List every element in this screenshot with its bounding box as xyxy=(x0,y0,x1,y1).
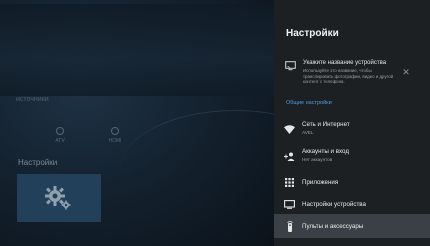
menu-item-title: Сеть и Интернет xyxy=(302,121,350,128)
tv-screen: источники ATV HDMI Настройки Настройки У… xyxy=(0,0,430,246)
panel-title: Настройки xyxy=(286,28,339,39)
cast-icon xyxy=(285,61,296,71)
input-tile-label: HDMI xyxy=(108,137,122,144)
launcher-banner xyxy=(0,4,274,96)
tv-icon xyxy=(284,199,295,210)
menu-item-apps[interactable]: Приложения xyxy=(274,170,430,194)
menu-item-remotes[interactable]: Пульты и аксессуары xyxy=(274,214,430,238)
settings-tile[interactable] xyxy=(17,174,101,222)
menu-item-subtitle: Нет аккаунтов xyxy=(302,157,333,162)
menu-item-subtitle: AVEL xyxy=(302,130,314,135)
input-source-icon xyxy=(56,126,64,135)
add-account-icon xyxy=(284,151,295,162)
apps-grid-icon xyxy=(284,177,295,188)
menu-item-title: Аккаунты и вход xyxy=(302,148,349,155)
launcher-background: источники ATV HDMI Настройки xyxy=(0,0,350,246)
device-name-card[interactable]: Укажите название устройства Используйте … xyxy=(274,52,430,92)
menu-item-device-settings[interactable]: Настройки устройства xyxy=(274,192,430,216)
menu-item-network[interactable]: Сеть и Интернет AVEL xyxy=(274,117,430,141)
menu-item-title: Приложения xyxy=(302,179,339,186)
remote-icon xyxy=(284,221,295,232)
section-label: Общие настройки xyxy=(286,100,332,106)
input-tile-label: ATV xyxy=(55,137,65,144)
menu-item-title: Настройки устройства xyxy=(302,201,366,208)
settings-panel: Настройки Укажите название устройства Ис… xyxy=(274,0,430,246)
input-tile[interactable]: HDMI xyxy=(95,117,135,153)
device-name-title: Укажите название устройства xyxy=(303,60,387,66)
wifi-icon xyxy=(284,124,295,135)
input-tile[interactable]: ATV xyxy=(40,117,80,153)
menu-item-title: Пульты и аксессуары xyxy=(302,223,364,230)
close-icon[interactable]: ✕ xyxy=(401,67,411,77)
input-source-icon xyxy=(111,126,119,135)
inputs-row-label: источники xyxy=(16,96,49,103)
device-name-description: Используйте это название, чтобы транслир… xyxy=(303,68,394,85)
gear-icon xyxy=(45,186,71,210)
menu-item-accounts[interactable]: Аккаунты и вход Нет аккаунтов xyxy=(274,144,430,168)
settings-row-label: Настройки xyxy=(18,158,58,167)
